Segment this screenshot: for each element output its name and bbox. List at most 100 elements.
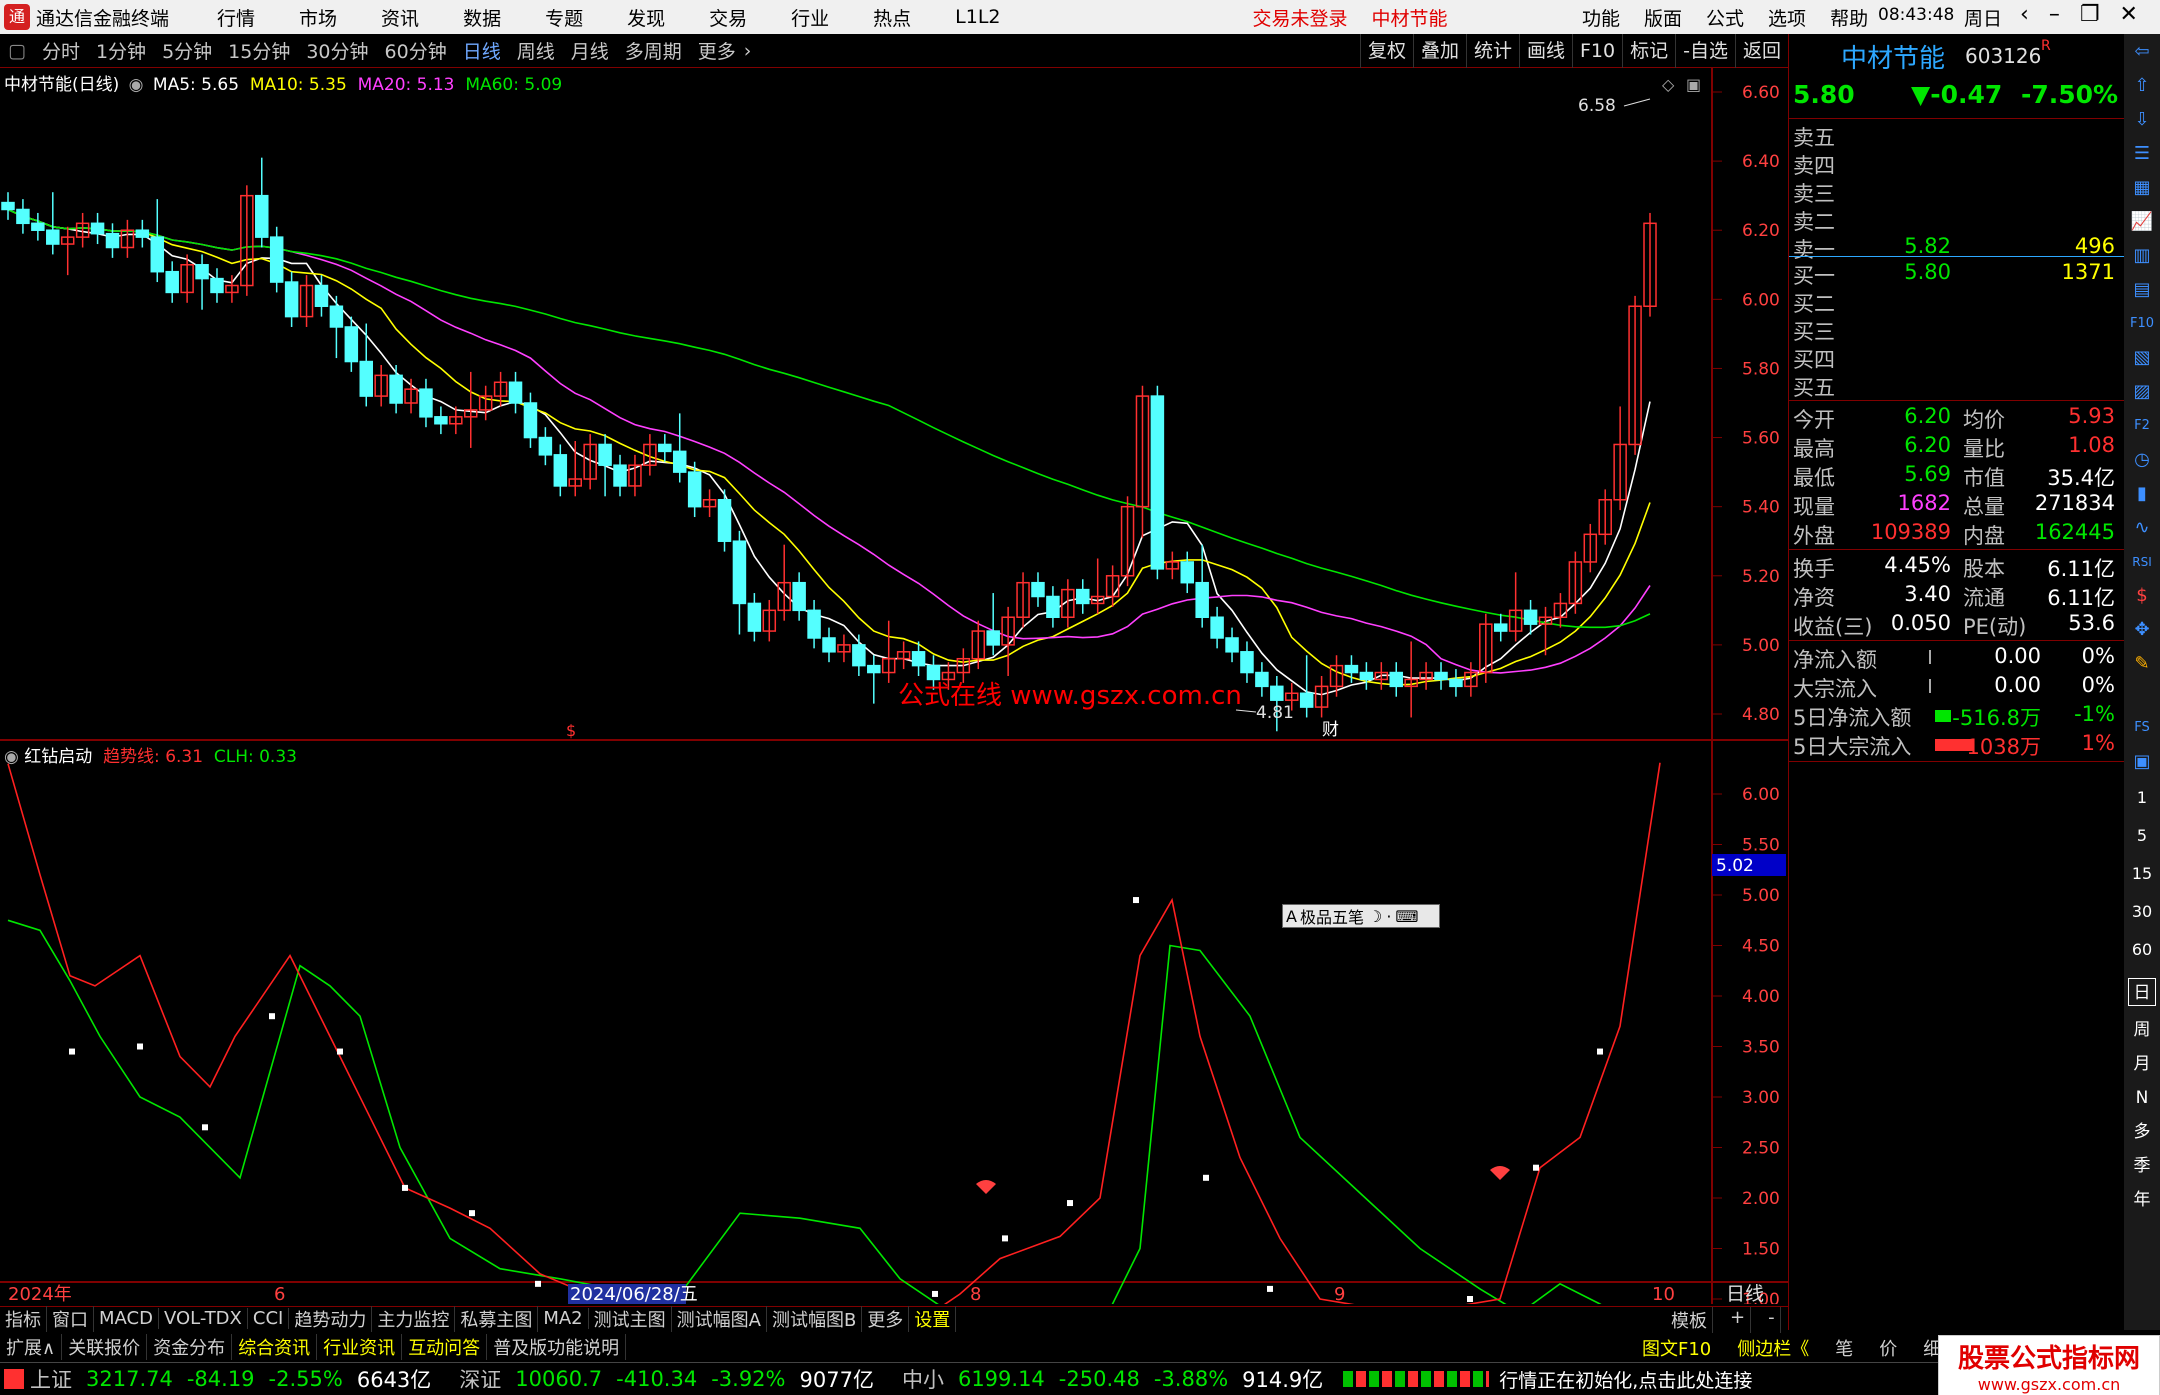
wave-icon[interactable]: ∿	[2128, 514, 2156, 542]
doc-icon[interactable]: ▨	[2128, 378, 2156, 406]
candle-icon[interactable]: ▥	[2128, 242, 2156, 270]
side-period-30[interactable]: 30	[2128, 898, 2156, 926]
ime-moon-icon[interactable]: ☽	[1368, 907, 1382, 926]
side-period-year[interactable]: 年	[2128, 1186, 2156, 1214]
line-chart-icon[interactable]: 📈	[2128, 208, 2156, 236]
tab-cci[interactable]: CCI	[248, 1308, 290, 1329]
chart-box-icon[interactable]: ▣	[1686, 75, 1701, 94]
trade-status[interactable]: 交易未登录	[1253, 4, 1348, 31]
tab-jia[interactable]: 价	[1873, 1335, 1903, 1361]
event-marker-cai[interactable]: 财	[1322, 720, 1339, 740]
minimize-icon[interactable]: –	[2049, 2, 2060, 27]
menu-item-shuju[interactable]: 数据	[441, 4, 523, 31]
tab-sidebar[interactable]: 侧边栏《	[1731, 1335, 1815, 1361]
bid-row-2[interactable]: 买二	[1793, 288, 2119, 317]
menu-item-jiaoyi[interactable]: 交易	[687, 4, 769, 31]
tool-fanhui[interactable]: 返回	[1734, 33, 1788, 68]
arrow-left-icon[interactable]: ⇦	[2128, 38, 2156, 66]
period-monthly[interactable]: 月线	[563, 37, 617, 64]
tab-zijinfenbu[interactable]: 资金分布	[147, 1333, 233, 1360]
tab-ma2[interactable]: MA2	[538, 1308, 589, 1329]
tool-fuquan[interactable]: 复权	[1359, 33, 1413, 68]
arrow-down-icon[interactable]: ⇩	[2128, 106, 2156, 134]
tab-bi[interactable]: 笔	[1829, 1335, 1859, 1361]
period-daily[interactable]: 日线	[455, 37, 509, 64]
tab-shezhi[interactable]: 设置	[909, 1305, 957, 1332]
stock-link[interactable]: 中材节能	[1372, 4, 1448, 31]
tool-f10[interactable]: F10	[1572, 33, 1622, 68]
ask-row-4[interactable]: 卖四	[1793, 150, 2119, 179]
tool-tongji[interactable]: 统计	[1465, 33, 1519, 68]
status-indicator-icon[interactable]	[4, 1369, 24, 1389]
side-period-week[interactable]: 周	[2128, 1016, 2156, 1044]
menu-item-hangye[interactable]: 行业	[769, 4, 851, 31]
ime-name[interactable]: 极品五笔	[1300, 904, 1364, 928]
ask-row-2[interactable]: 卖二	[1793, 206, 2119, 235]
menu-item-redian[interactable]: 热点	[851, 4, 933, 31]
tab-hudongwenda[interactable]: 互动问答	[402, 1333, 488, 1360]
tool-huaxian[interactable]: 画线	[1518, 33, 1572, 68]
rsi-icon[interactable]: RSI	[2128, 548, 2156, 576]
menu-item-shichang[interactable]: 市场	[277, 4, 359, 31]
chart-area[interactable]: 6.60 6.40 6.20 6.00 5.80 5.60 5.40 5.20 5.00 4.80…	[0, 68, 1788, 1304]
index-sz-name[interactable]: 深证	[459, 1364, 501, 1394]
side-period-day[interactable]: 日	[2128, 978, 2156, 1006]
tab-qushidongli[interactable]: 趋势动力	[289, 1305, 373, 1332]
move-icon[interactable]: ✥	[2128, 616, 2156, 644]
ime-a-icon[interactable]: A	[1286, 907, 1297, 926]
menu-banmian[interactable]: 版面	[1644, 4, 1682, 31]
chart-diamond-icon[interactable]: ◇	[1662, 75, 1675, 94]
side-period-1[interactable]: 1	[2128, 784, 2156, 812]
bid-row-4[interactable]: 买四	[1793, 344, 2119, 373]
f2-icon[interactable]: F2	[2128, 412, 2156, 440]
tab-gengduo[interactable]: 更多	[862, 1305, 910, 1332]
tab-add[interactable]: +	[1725, 1307, 1752, 1333]
tab-zhibiao[interactable]: 指标	[0, 1305, 47, 1332]
tab-remove[interactable]: -	[1763, 1307, 1781, 1333]
arrow-up-icon[interactable]: ⇧	[2128, 72, 2156, 100]
period-30min[interactable]: 30分钟	[298, 37, 376, 64]
bar-icon[interactable]: ▮	[2128, 480, 2156, 508]
close-icon[interactable]: ✕	[2120, 2, 2138, 27]
period-5min[interactable]: 5分钟	[154, 37, 220, 64]
side-period-multi[interactable]: 多	[2128, 1118, 2156, 1146]
bid-row-3[interactable]: 买三	[1793, 316, 2119, 345]
side-period-month[interactable]: 月	[2128, 1050, 2156, 1078]
tab-template[interactable]: 模板	[1666, 1307, 1713, 1333]
ime-toolbar[interactable]: A 极品五笔 ☽ · ⌨	[1282, 904, 1440, 928]
tab-zonghezixun[interactable]: 综合资讯	[232, 1333, 318, 1360]
toolbar-toggle-icon[interactable]: ▢	[0, 40, 34, 62]
ime-punct-icon[interactable]: ·	[1386, 907, 1391, 926]
period-fenshi[interactable]: 分时	[34, 37, 88, 64]
tab-zhulijiankong[interactable]: 主力监控	[372, 1305, 456, 1332]
chevron-right-icon[interactable]: ›	[744, 40, 752, 62]
dollar-icon[interactable]: $	[2128, 582, 2156, 610]
event-marker-s[interactable]: $	[566, 721, 576, 740]
ask-row-1[interactable]: 卖一 5.82 496	[1793, 234, 2119, 263]
period-1min[interactable]: 1分钟	[88, 37, 154, 64]
tab-vol-tdx[interactable]: VOL-TDX	[159, 1308, 248, 1329]
list-icon[interactable]: ☰	[2128, 140, 2156, 168]
menu-xuanxiang[interactable]: 选项	[1768, 4, 1806, 31]
tool-zixuan[interactable]: -自选	[1675, 33, 1735, 68]
menu-bangzhu[interactable]: 帮助	[1830, 4, 1868, 31]
tab-tuwen-f10[interactable]: 图文F10	[1636, 1335, 1717, 1361]
clock-icon[interactable]: ◷	[2128, 446, 2156, 474]
tab-ceshizhutu[interactable]: 测试主图	[589, 1305, 672, 1332]
back-icon[interactable]: ‹	[2020, 2, 2029, 27]
menu-item-hangqing[interactable]: 行情	[195, 4, 277, 31]
bid-row-1[interactable]: 买一 5.80 1371	[1793, 260, 2119, 289]
menu-item-zhuanti[interactable]: 专题	[523, 4, 605, 31]
restore-icon[interactable]: ❐	[2080, 2, 2100, 27]
period-weekly[interactable]: 周线	[509, 37, 563, 64]
box-icon[interactable]: ▣	[2128, 748, 2156, 776]
bid-row-5[interactable]: 买五	[1793, 372, 2119, 401]
side-period-quarter[interactable]: 季	[2128, 1152, 2156, 1180]
pencil-icon[interactable]: ✎	[2128, 650, 2156, 678]
tab-hangyezixun[interactable]: 行业资讯	[317, 1333, 403, 1360]
fs-icon[interactable]: FS	[2128, 714, 2156, 742]
tool-diejia[interactable]: 叠加	[1412, 33, 1466, 68]
period-60min[interactable]: 60分钟	[377, 37, 455, 64]
menu-item-faxian[interactable]: 发现	[605, 4, 687, 31]
period-multi[interactable]: 多周期	[617, 37, 690, 64]
